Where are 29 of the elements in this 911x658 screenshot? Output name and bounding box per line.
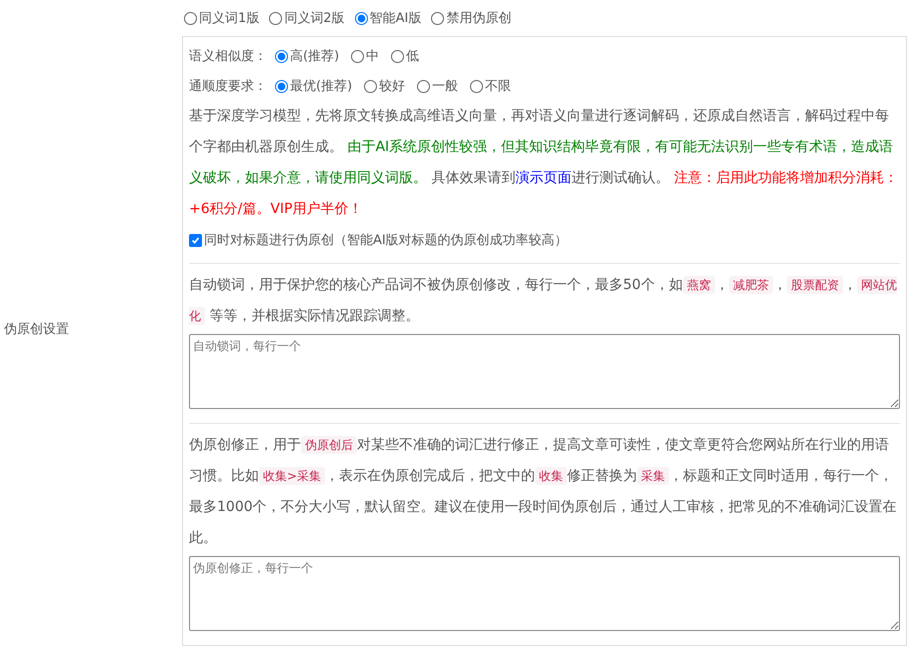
mode-radio[interactable]: 禁用伪原创 bbox=[431, 9, 512, 27]
lock-description: 自动锁词，用于保护您的核心产品词不被伪原创修改，每行一个，最多50个，如 燕窝 ， 减肥茶 ， 股票配资 ， 网站优化 等等，并根据实际情况跟踪调整。 bbox=[189, 275, 898, 327]
keyword-tag: 伪原创后 bbox=[301, 436, 357, 454]
fluency-label: 通顺度要求： bbox=[189, 78, 267, 95]
fluency-radio[interactable]: 一般 bbox=[417, 77, 458, 95]
mode-radio[interactable]: 同义词2版 bbox=[269, 9, 345, 27]
keyword-tag: 收集>采集 bbox=[259, 467, 326, 485]
similarity-radio[interactable]: 中 bbox=[351, 47, 380, 65]
similarity-radio[interactable]: 低 bbox=[391, 47, 420, 65]
check-icon bbox=[190, 234, 201, 246]
keyword-tag: 采集 bbox=[637, 467, 670, 485]
keyword-tag: 股票配资 bbox=[786, 276, 843, 294]
fix-words-field[interactable]: 伪原创修正，每行一个 bbox=[189, 556, 900, 631]
fluency-radio[interactable]: 最优(推荐) bbox=[275, 77, 352, 95]
mode-radio[interactable]: 同义词1版 bbox=[184, 9, 260, 27]
section-label: 伪原创设置 bbox=[4, 321, 69, 338]
title-rewrite-checkbox[interactable]: 同时对标题进行伪原创（智能AI版对标题的伪原创成功率较高） bbox=[189, 225, 900, 255]
similarity-radio[interactable]: 高(推荐) bbox=[275, 47, 340, 65]
keyword-tag: 收集 bbox=[535, 467, 568, 485]
lock-words-field[interactable]: 自动锁词，每行一个 bbox=[189, 334, 900, 409]
keyword-tag: 减肥茶 bbox=[728, 276, 773, 294]
fix-description: 伪原创修正，用于 伪原创后 对某些不准确的词汇进行修正，提高文章可读性，使文章更符合您网站所在行业的用语习惯。比如 收集>采集 ，表示在伪原创完成后，把文中的 收集 修正替换为 采集 ，标题和正文同时适用，每行一个，最多1000个，不分大小写，默认留空。建议在使用一段时间伪原创后，通过人工审核，把常见的不准确词汇设置在此。 bbox=[189, 435, 898, 548]
demo-page-link[interactable]: 演示页面 bbox=[515, 170, 572, 186]
fluency-radio[interactable]: 不限 bbox=[470, 77, 512, 95]
keyword-tag: 燕窝 bbox=[682, 276, 715, 294]
fluency-radio[interactable]: 较好 bbox=[364, 77, 406, 95]
mode-radio[interactable]: 智能AI版 bbox=[354, 9, 422, 27]
ai-description: 基于深度学习模型，先将原文转换成高维语义向量，再对语义向量进行逐词解码，还原成自然语言，解码过程中每个字都由机器原创生成。 由于AI系统原创性较强，但其知识结构毕竟有限，有可能无法识别一些专有术语，造成语义破坏，如果介意，请使用同义词版。 具体效果请到演示页面进行测试确认。 注意：启用此功能将增加积分消耗：+6积分/篇。VIP用户半价！ bbox=[189, 107, 899, 219]
similarity-label: 语义相似度： bbox=[189, 48, 267, 65]
